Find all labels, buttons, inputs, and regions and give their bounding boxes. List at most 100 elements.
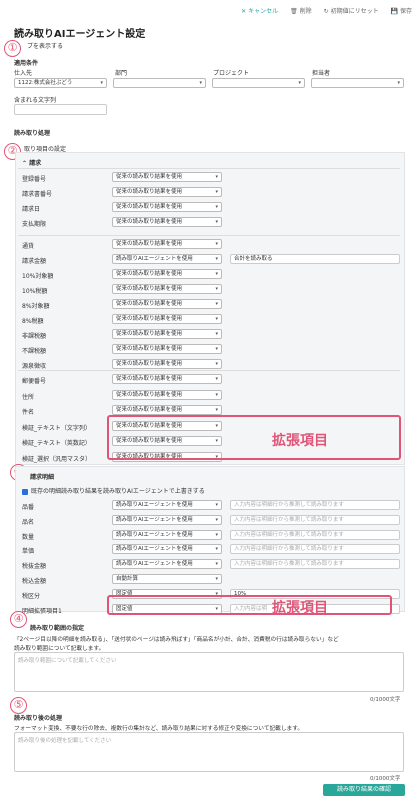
field-label: 非課税額 xyxy=(22,333,47,340)
dept-select[interactable]: ▾ xyxy=(113,78,206,88)
field-source-select[interactable]: 従来の読み取り結果を使用 ▾ xyxy=(112,202,222,212)
field-source-select[interactable]: 従来の読み取り結果を使用 ▾ xyxy=(112,172,222,182)
field-source-select[interactable]: 従来の読み取り結果を使用 ▾ xyxy=(112,217,222,227)
field-source-select[interactable]: 読み取りAIエージェントを使用 ▾ xyxy=(112,500,222,510)
toggle-link[interactable]: ブを表示する xyxy=(27,41,63,50)
chevron-down-icon: ▾ xyxy=(215,407,218,413)
divider xyxy=(18,235,400,236)
invoice-heading-text: 請求 xyxy=(29,160,42,167)
range-textarea[interactable]: 読み取り範囲について記載してください xyxy=(14,652,404,692)
step-badge-5: ⑤ xyxy=(10,697,27,714)
field-source-value: 読み取りAIエージェントを使用 xyxy=(116,256,193,262)
field-label: 税区分 xyxy=(22,592,41,600)
field-source-value: 従来の読み取り結果を使用 xyxy=(116,189,183,195)
field-label: 品番 xyxy=(22,504,35,511)
field-label: 検証_テキスト（文字列） xyxy=(22,424,91,432)
extension-label-2: 拡張項目 xyxy=(272,600,328,616)
field-source-select[interactable]: 従来の読み取り結果を使用 ▾ xyxy=(112,359,222,369)
contains-label: 含まれる文字列 xyxy=(14,97,57,104)
overwrite-checkbox-row[interactable]: 既存の明細読み取り結果を読み取りAIエージェントで上書きする xyxy=(22,486,205,495)
chevron-down-icon: ▾ xyxy=(215,546,218,553)
field-source-select[interactable]: 読み取りAIエージェントを使用 ▾ xyxy=(112,514,222,525)
field-source-select[interactable]: 従来の読み取り結果を使用 ▾ xyxy=(112,374,222,384)
divider xyxy=(18,370,400,371)
details-heading: 請求明細 xyxy=(30,474,55,481)
confirm-results-button[interactable]: 読み取り結果の確認 xyxy=(323,784,405,796)
chevron-down-icon: ▾ xyxy=(215,256,218,262)
delete-button[interactable]: 🗑 削除 xyxy=(290,6,312,15)
field-source-select[interactable]: 従来の読み取り結果を使用 ▾ xyxy=(112,329,222,339)
chevron-down-icon: ▾ xyxy=(215,271,218,277)
field-source-select[interactable]: 従来の読み取り結果を使用 ▾ xyxy=(112,405,222,415)
chevron-down-icon: ▾ xyxy=(215,376,218,382)
divider xyxy=(18,168,400,169)
checkbox-checked-icon[interactable] xyxy=(22,488,28,495)
chevron-down-icon: ▾ xyxy=(100,80,103,86)
field-source-select[interactable]: 読み取りAIエージェントを使用 ▾ xyxy=(112,544,222,555)
chevron-down-icon: ▾ xyxy=(397,80,400,86)
chevron-down-icon: ▾ xyxy=(215,576,218,582)
extension-highlight-box xyxy=(107,415,401,460)
field-source-value: 従来の読み取り結果を使用 xyxy=(116,407,183,413)
post-counter: 0/1000文字 xyxy=(370,776,401,782)
save-button[interactable]: 💾 保存 xyxy=(391,6,412,15)
field-source-value: 従来の読み取り結果を使用 xyxy=(116,174,183,180)
field-source-select[interactable]: 読み取りAIエージェントを使用 ▾ xyxy=(112,529,222,540)
step-badge-1: ① xyxy=(4,40,21,57)
field-source-value: 読み取りAIエージェントを使用 xyxy=(116,561,193,568)
field-label: 税抜金額 xyxy=(22,563,47,571)
field-label: 明細拡張項目1 xyxy=(22,607,62,615)
field-source-select[interactable]: 従来の読み取り結果を使用 ▾ xyxy=(112,314,222,324)
field-source-value: 読み取りAIエージェントを使用 xyxy=(116,531,193,538)
chevron-down-icon: ▾ xyxy=(215,241,218,247)
field-label: 8%税額 xyxy=(22,318,44,325)
field-source-select[interactable]: 従来の読み取り結果を使用 ▾ xyxy=(112,187,222,197)
chevron-down-icon: ▾ xyxy=(215,204,218,210)
supplier-value: 1122:株式会社ぶどう xyxy=(18,80,73,86)
field-source-value: 自動計算 xyxy=(116,576,139,582)
field-extra-input[interactable]: 合計を読み取る xyxy=(230,254,400,264)
field-source-select[interactable]: 読み取りAIエージェントを使用 ▾ xyxy=(112,254,222,264)
post-heading: 読み取り後の処理 xyxy=(14,715,63,722)
delete-label: 削除 xyxy=(299,8,312,15)
supplier-select[interactable]: 1122:株式会社ぶどう ▾ xyxy=(14,78,107,88)
field-label: 単価 xyxy=(22,548,35,556)
extension-label: 拡張項目 xyxy=(272,433,328,449)
field-source-select[interactable]: 従来の読み取り結果を使用 ▾ xyxy=(112,344,222,354)
post-textarea[interactable]: 読み取り後の処理を記載してください xyxy=(14,732,404,772)
field-source-select[interactable]: 読み取りAIエージェントを使用 ▾ xyxy=(112,559,222,570)
processing-heading: 読み取り処理 xyxy=(14,130,51,137)
field-source-value: 従来の読み取り結果を使用 xyxy=(116,219,183,225)
field-source-value: 読み取りAIエージェントを使用 xyxy=(116,502,193,508)
field-label: 検証_テキスト（英数記） xyxy=(22,440,91,447)
field-prompt-input[interactable]: 入力内容は明細行から推測して読み取ります xyxy=(230,514,400,525)
field-source-value: 従来の読み取り結果を使用 xyxy=(116,286,183,292)
field-source-value: 従来の読み取り結果を使用 xyxy=(116,204,183,210)
chevron-down-icon: ▾ xyxy=(215,391,218,398)
reset-button[interactable]: ↻ 初期値にリセット xyxy=(324,6,379,15)
field-source-select[interactable]: 従来の読み取り結果を使用 ▾ xyxy=(112,284,222,294)
field-source-select[interactable]: 従来の読み取り結果を使用 ▾ xyxy=(112,299,222,309)
field-label: 数量 xyxy=(22,533,35,541)
field-prompt-input[interactable]: 入力内容は明細行から推測して読み取ります xyxy=(230,500,400,510)
chevron-down-icon: ▾ xyxy=(215,516,218,523)
collapse-icon[interactable]: ⌃ xyxy=(22,160,27,167)
contains-input[interactable] xyxy=(14,104,107,115)
field-prompt-input[interactable]: 入力内容は明細行から推測して読み取ります xyxy=(230,544,400,555)
chevron-down-icon: ▾ xyxy=(215,219,218,225)
field-source-select[interactable]: 従来の読み取り結果を使用 ▾ xyxy=(112,269,222,279)
range-counter: 0/1000文字 xyxy=(370,697,401,703)
field-prompt-input[interactable]: 入力内容は明細行から推測して読み取ります xyxy=(230,559,400,570)
field-source-value: 従来の読み取り結果を使用 xyxy=(116,271,183,277)
chevron-down-icon: ▾ xyxy=(215,174,218,180)
project-select[interactable]: ▾ xyxy=(212,78,305,88)
overwrite-checkbox-label: 既存の明細読み取り結果を読み取りAIエージェントで上書きする xyxy=(31,488,205,495)
field-prompt-input[interactable]: 入力内容は明細行から推測して読み取ります xyxy=(230,529,400,540)
field-source-select[interactable]: 従来の読み取り結果を使用 ▾ xyxy=(112,239,222,249)
owner-select[interactable]: ▾ xyxy=(311,78,404,88)
chevron-down-icon: ▾ xyxy=(215,531,218,538)
extension-highlight-box-2 xyxy=(107,595,392,615)
cancel-button[interactable]: ✕ キャンセル xyxy=(241,6,278,15)
field-source-select[interactable]: 自動計算 ▾ xyxy=(112,574,222,584)
field-source-select[interactable]: 従来の読み取り結果を使用 ▾ xyxy=(112,389,222,400)
